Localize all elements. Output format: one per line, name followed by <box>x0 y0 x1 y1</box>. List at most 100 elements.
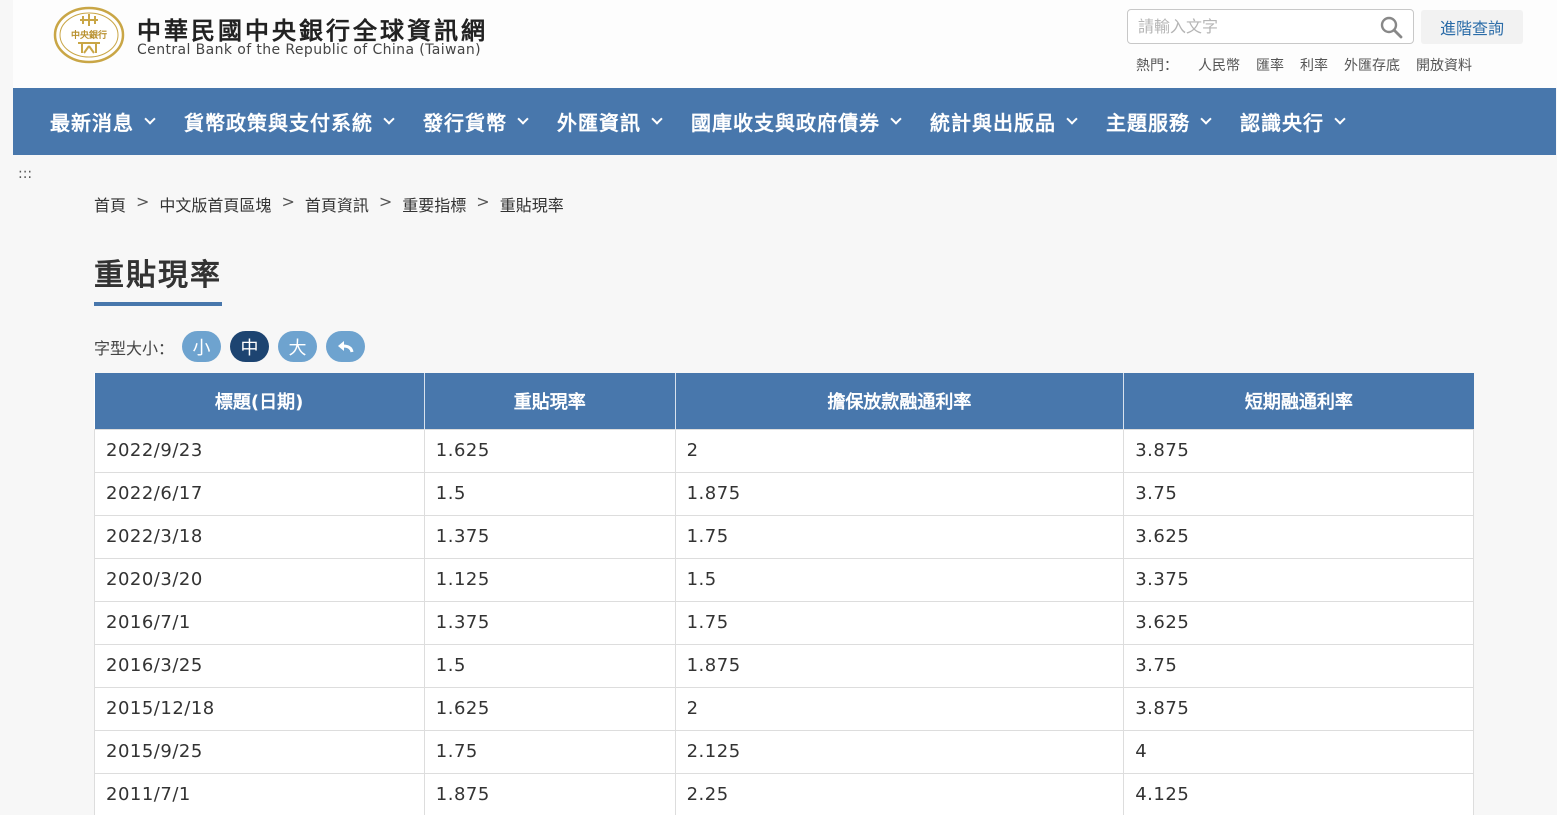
font-medium-button[interactable]: 中 <box>230 331 270 362</box>
cell-secured-loan-rate: 2.125 <box>675 729 1125 773</box>
column-header-date: 標題(日期) <box>94 373 425 429</box>
cell-date: 2015/9/25 <box>94 729 425 773</box>
table-row: 2016/7/1 1.375 1.75 3.625 <box>94 600 1474 644</box>
search-box <box>1127 9 1414 44</box>
cell-short-term-rate: 4 <box>1123 729 1474 773</box>
cell-secured-loan-rate: 1.5 <box>675 557 1125 601</box>
font-large-button[interactable]: 大 <box>278 331 318 362</box>
chevron-down-icon <box>144 113 156 125</box>
hot-link-rmb[interactable]: 人民幣 <box>1198 55 1240 75</box>
breadcrumb-key-indicators[interactable]: 重要指標 <box>402 192 466 216</box>
column-header-short-term-rate: 短期融通利率 <box>1123 373 1474 429</box>
main-nav: 最新消息 貨幣政策與支付系統 發行貨幣 外匯資訊 國庫收支與政府債券 統計與出版… <box>13 88 1556 155</box>
hot-link-open-data[interactable]: 開放資料 <box>1416 55 1472 75</box>
cell-short-term-rate: 3.375 <box>1123 557 1474 601</box>
table-row: 2022/3/18 1.375 1.75 3.625 <box>94 514 1474 558</box>
cell-secured-loan-rate: 1.875 <box>675 471 1125 515</box>
nav-item-news[interactable]: 最新消息 <box>50 107 156 136</box>
nav-label: 外匯資訊 <box>557 111 641 135</box>
hot-link-interest-rate[interactable]: 利率 <box>1300 55 1328 75</box>
nav-label: 國庫收支與政府債券 <box>691 111 880 135</box>
font-small-button[interactable]: 小 <box>182 331 222 362</box>
nav-label: 發行貨幣 <box>423 111 507 135</box>
hot-link-fx-reserves[interactable]: 外匯存底 <box>1344 55 1400 75</box>
breadcrumb-home[interactable]: 首頁 <box>94 192 126 216</box>
table-header-row: 標題(日期) 重貼現率 擔保放款融通利率 短期融通利率 <box>94 373 1474 429</box>
accesskey-anchor[interactable]: ::: <box>18 166 32 182</box>
breadcrumb-current: 重貼現率 <box>499 196 564 215</box>
nav-label: 最新消息 <box>50 111 134 135</box>
cell-date: 2020/3/20 <box>94 557 425 601</box>
cell-discount-rate: 1.75 <box>424 729 676 773</box>
chevron-down-icon <box>1066 113 1078 125</box>
cell-discount-rate: 1.625 <box>424 428 676 472</box>
back-button[interactable] <box>326 331 366 362</box>
chevron-down-icon <box>651 113 663 125</box>
font-size-controls: 字型大小： 小 中 大 <box>94 331 374 362</box>
hot-links: 熱門： 人民幣 匯率 利率 外匯存底 開放資料 <box>1136 55 1472 75</box>
table-row: 2015/9/25 1.75 2.125 4 <box>94 729 1474 773</box>
site-title[interactable]: 中華民國中央銀行全球資訊網 <box>137 11 488 46</box>
nav-label: 認識央行 <box>1240 111 1324 135</box>
cell-secured-loan-rate: 1.75 <box>675 514 1125 558</box>
nav-item-fx-info[interactable]: 外匯資訊 <box>557 107 663 136</box>
cell-secured-loan-rate: 2 <box>675 686 1125 730</box>
cell-discount-rate: 1.625 <box>424 686 676 730</box>
column-header-discount-rate: 重貼現率 <box>424 373 676 429</box>
cell-date: 2011/7/1 <box>94 772 425 815</box>
cell-date: 2016/3/25 <box>94 643 425 687</box>
column-header-secured-loan-rate: 擔保放款融通利率 <box>675 373 1125 429</box>
breadcrumb-separator: > <box>378 192 393 211</box>
breadcrumb-chinese-home-block[interactable]: 中文版首頁區塊 <box>159 192 271 216</box>
site-header: 中央銀行 中華民國中央銀行全球資訊網 Central Bank of the R… <box>13 0 1557 88</box>
logo-text: 中央銀行 <box>71 29 107 41</box>
cell-short-term-rate: 3.625 <box>1123 600 1474 644</box>
cell-secured-loan-rate: 1.875 <box>675 643 1125 687</box>
cell-secured-loan-rate: 1.75 <box>675 600 1125 644</box>
cell-discount-rate: 1.375 <box>424 600 676 644</box>
chevron-down-icon <box>1334 113 1346 125</box>
cell-discount-rate: 1.125 <box>424 557 676 601</box>
nav-item-about[interactable]: 認識央行 <box>1240 107 1346 136</box>
search-icon[interactable] <box>1379 15 1403 39</box>
nav-item-currency-issue[interactable]: 發行貨幣 <box>423 107 529 136</box>
table-row: 2011/7/1 1.875 2.25 4.125 <box>94 772 1474 815</box>
breadcrumb-separator: > <box>476 192 490 211</box>
cell-date: 2015/12/18 <box>94 686 425 730</box>
hot-link-exchange-rate[interactable]: 匯率 <box>1256 55 1284 75</box>
cell-date: 2016/7/1 <box>94 600 425 644</box>
cell-discount-rate: 1.5 <box>424 471 676 515</box>
table-row: 2020/3/20 1.125 1.5 3.375 <box>94 557 1474 601</box>
breadcrumb-separator: > <box>136 192 150 211</box>
chevron-down-icon <box>890 113 902 125</box>
cell-short-term-rate: 4.125 <box>1123 772 1474 815</box>
table-row: 2016/3/25 1.5 1.875 3.75 <box>94 643 1474 687</box>
cell-short-term-rate: 3.875 <box>1123 428 1474 472</box>
chevron-down-icon <box>383 113 395 125</box>
breadcrumb-separator: > <box>281 192 295 211</box>
cell-short-term-rate: 3.75 <box>1123 471 1474 515</box>
cell-short-term-rate: 3.75 <box>1123 643 1474 687</box>
table-row: 2015/12/18 1.625 2 3.875 <box>94 686 1474 730</box>
nav-label: 主題服務 <box>1106 111 1190 135</box>
nav-item-treasury[interactable]: 國庫收支與政府債券 <box>691 107 902 136</box>
font-size-label: 字型大小： <box>94 338 175 358</box>
nav-label: 貨幣政策與支付系統 <box>184 111 373 135</box>
central-bank-logo-icon[interactable]: 中央銀行 <box>53 6 125 64</box>
site-subtitle: Central Bank of the Republic of China (T… <box>137 42 482 58</box>
cell-discount-rate: 1.5 <box>424 643 676 687</box>
back-arrow-icon <box>337 340 353 352</box>
cell-date: 2022/3/18 <box>94 514 425 558</box>
search-input[interactable] <box>1128 10 1358 43</box>
breadcrumb: 首頁 > 中文版首頁區塊 > 首頁資訊 > 重要指標 > 重貼現率 <box>94 192 564 216</box>
breadcrumb-home-info[interactable]: 首頁資訊 <box>305 192 369 216</box>
nav-item-statistics[interactable]: 統計與出版品 <box>930 107 1078 136</box>
nav-item-topics[interactable]: 主題服務 <box>1106 107 1212 136</box>
cell-discount-rate: 1.875 <box>424 772 676 815</box>
nav-item-monetary-policy[interactable]: 貨幣政策與支付系統 <box>184 107 395 136</box>
cell-date: 2022/9/23 <box>94 428 425 472</box>
advanced-search-button[interactable]: 進階查詢 <box>1421 10 1523 44</box>
chevron-down-icon <box>1200 113 1212 125</box>
chevron-down-icon <box>517 113 529 125</box>
discount-rate-table: 標題(日期) 重貼現率 擔保放款融通利率 短期融通利率 2022/9/23 1.… <box>94 373 1474 815</box>
